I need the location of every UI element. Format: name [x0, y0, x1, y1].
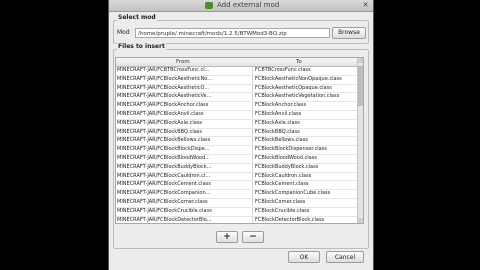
from-cell[interactable]: MINECRAFT-JAR/FCBlockCorner.class — [116, 198, 253, 207]
from-cell[interactable]: MINECRAFT-JAR/FCBlockCement.class — [116, 181, 253, 190]
table-row[interactable]: MINECRAFT-JAR/FCBlockBloodWood... FCBlock… — [116, 154, 359, 164]
table-row[interactable]: MINECRAFT-JAR/FCBlockAestheticNo... FCBlo… — [116, 75, 359, 85]
from-cell[interactable]: MINECRAFT-JAR/FCBlockCrucible.class — [116, 207, 253, 216]
close-button[interactable]: ✕ — [361, 1, 370, 10]
select-mod-header: Select mod — [117, 14, 157, 21]
remove-file-button[interactable]: − — [242, 231, 264, 243]
to-cell[interactable]: FCBlockAestheticOpaque.class — [254, 85, 359, 93]
add-file-button[interactable]: + — [216, 231, 238, 243]
table-row[interactable]: MINECRAFT-JAR/FCBlockCompanion... FCBlock… — [116, 190, 359, 199]
column-header-from[interactable]: From — [176, 58, 190, 66]
to-cell[interactable]: FCBlockCompanionCube.class — [254, 190, 359, 198]
table-row[interactable]: MINECRAFT-JAR/FCBlockCement.class FCBlock… — [116, 181, 359, 191]
to-cell[interactable]: FCBlockAestheticNonOpaque.class — [254, 76, 359, 84]
from-cell[interactable]: MINECRAFT-JAR/FCBlockAxle.class — [116, 119, 253, 128]
table-row[interactable]: MINECRAFT-JAR/FCBlockCorner.class FCBlock… — [116, 198, 359, 208]
table-row[interactable]: MINECRAFT-JAR/FCBlockAxle.class FCBlockAx… — [116, 119, 359, 129]
files-header: Files to insert — [117, 43, 166, 50]
from-cell[interactable]: MINECRAFT-JAR/FCBlockBuddyBlock... — [116, 163, 253, 172]
table-row[interactable]: MINECRAFT-JAR/FCBlockAnchor.class FCBlock… — [116, 102, 359, 111]
scroll-down-arrow-icon[interactable] — [358, 218, 363, 223]
table-row[interactable]: MINECRAFT-JAR/FCBlockBuddyBlock... FCBloc… — [116, 163, 359, 173]
to-cell[interactable]: FCBTBCrossFunc.class — [254, 67, 359, 75]
table-body: MINECRAFT-JAR/FCBTBCrossFunc.cl... FCBTBC… — [116, 67, 359, 223]
app-icon — [205, 2, 213, 9]
table-row[interactable]: MINECRAFT-JAR/FCBlockCrucible.class FCBlo… — [116, 207, 359, 217]
from-cell[interactable]: MINECRAFT-JAR/FCBlockAestheticO... — [116, 84, 253, 93]
from-cell[interactable]: MINECRAFT-JAR/FCBlockBellows.class — [116, 137, 253, 146]
to-cell[interactable]: FCBlockAestheticVegetation.class — [254, 93, 359, 101]
table-row[interactable]: MINECRAFT-JAR/FCBlockAestheticO... FCBloc… — [116, 84, 359, 94]
to-cell[interactable]: FCBlockAnvil.class — [254, 111, 359, 119]
table-row[interactable]: MINECRAFT-JAR/FCBlockBellows.class FCBloc… — [116, 137, 359, 147]
from-cell[interactable]: MINECRAFT-JAR/FCBlockAestheticNo... — [116, 75, 253, 84]
from-cell[interactable]: MINECRAFT-JAR/FCBlockBBQ.class — [116, 128, 253, 137]
table-row[interactable]: MINECRAFT-JAR/FCBlockDetectorBlo... FCBlo… — [116, 216, 359, 223]
table-row[interactable]: MINECRAFT-JAR/FCBlockAestheticVe... FCBlo… — [116, 93, 359, 103]
to-cell[interactable]: FCBlockBlockDispenser.class — [254, 146, 359, 154]
to-cell[interactable]: FCBlockCement.class — [254, 181, 359, 189]
from-cell[interactable]: MINECRAFT-JAR/FCBlockCompanion... — [116, 190, 253, 198]
browse-button[interactable]: Browse — [332, 27, 366, 39]
window-title: Add external mod — [217, 1, 280, 9]
from-cell[interactable]: MINECRAFT-JAR/FCBlockAnchor.class — [116, 102, 253, 110]
to-cell[interactable]: FCBlockBellows.class — [254, 137, 359, 145]
to-cell[interactable]: FCBlockBloodWood.class — [254, 155, 359, 163]
to-cell[interactable]: FCBlockCauldron.class — [254, 173, 359, 181]
to-cell[interactable]: FCBlockAnchor.class — [254, 102, 359, 110]
to-cell[interactable]: FCBlockCorner.class — [254, 199, 359, 207]
files-table: From To MINECRAFT-JAR/FCBTBCrossFunc.cl.… — [115, 57, 364, 224]
from-cell[interactable]: MINECRAFT-JAR/FCBlockAnvil.class — [116, 110, 253, 119]
mod-path-field[interactable]: /home/pruple/.minecraft/mods/1.2.5/BTWMo… — [135, 28, 330, 38]
table-row[interactable]: MINECRAFT-JAR/FCBlockCauldron.cl... FCBlo… — [116, 172, 359, 182]
from-cell[interactable]: MINECRAFT-JAR/FCBlockCauldron.cl... — [116, 172, 253, 181]
ok-button[interactable]: OK — [288, 251, 320, 263]
from-cell[interactable]: MINECRAFT-JAR/FCBlockBloodWood... — [116, 154, 253, 163]
from-cell[interactable]: MINECRAFT-JAR/FCBlockAestheticVe... — [116, 93, 253, 102]
title-bar[interactable]: Add external mod ✕ — [109, 0, 373, 12]
table-row[interactable]: MINECRAFT-JAR/FCBlockBBQ.class FCBlockBBQ… — [116, 128, 359, 138]
mod-label: Mod — [117, 29, 130, 36]
from-cell[interactable]: MINECRAFT-JAR/FCBlockBlockDispe... — [116, 146, 253, 154]
table-row[interactable]: MINECRAFT-JAR/FCBlockAnvil.class FCBlockA… — [116, 110, 359, 120]
to-cell[interactable]: FCBlockCrucible.class — [254, 208, 359, 216]
to-cell[interactable]: FCBlockBuddyBlock.class — [254, 164, 359, 172]
table-header: From To — [116, 58, 359, 67]
from-cell[interactable]: MINECRAFT-JAR/FCBlockDetectorBlo... — [116, 216, 253, 223]
to-cell[interactable]: FCBlockAxle.class — [254, 120, 359, 128]
scroll-thumb[interactable] — [358, 66, 363, 106]
to-cell[interactable]: FCBlockBBQ.class — [254, 129, 359, 137]
table-row[interactable]: MINECRAFT-JAR/FCBlockBlockDispe... FCBloc… — [116, 146, 359, 155]
to-cell[interactable]: FCBlockDetectorBlock.class — [254, 217, 359, 223]
vertical-scrollbar[interactable] — [357, 58, 363, 223]
from-cell[interactable]: MINECRAFT-JAR/FCBTBCrossFunc.cl... — [116, 67, 253, 75]
add-external-mod-dialog: Add external mod ✕ Select mod Mod /home/… — [108, 0, 374, 270]
scroll-up-arrow-icon[interactable] — [358, 58, 363, 63]
table-row[interactable]: MINECRAFT-JAR/FCBTBCrossFunc.cl... FCBTBC… — [116, 67, 359, 76]
column-header-to[interactable]: To — [296, 58, 302, 66]
cancel-button[interactable]: Cancel — [326, 251, 364, 263]
